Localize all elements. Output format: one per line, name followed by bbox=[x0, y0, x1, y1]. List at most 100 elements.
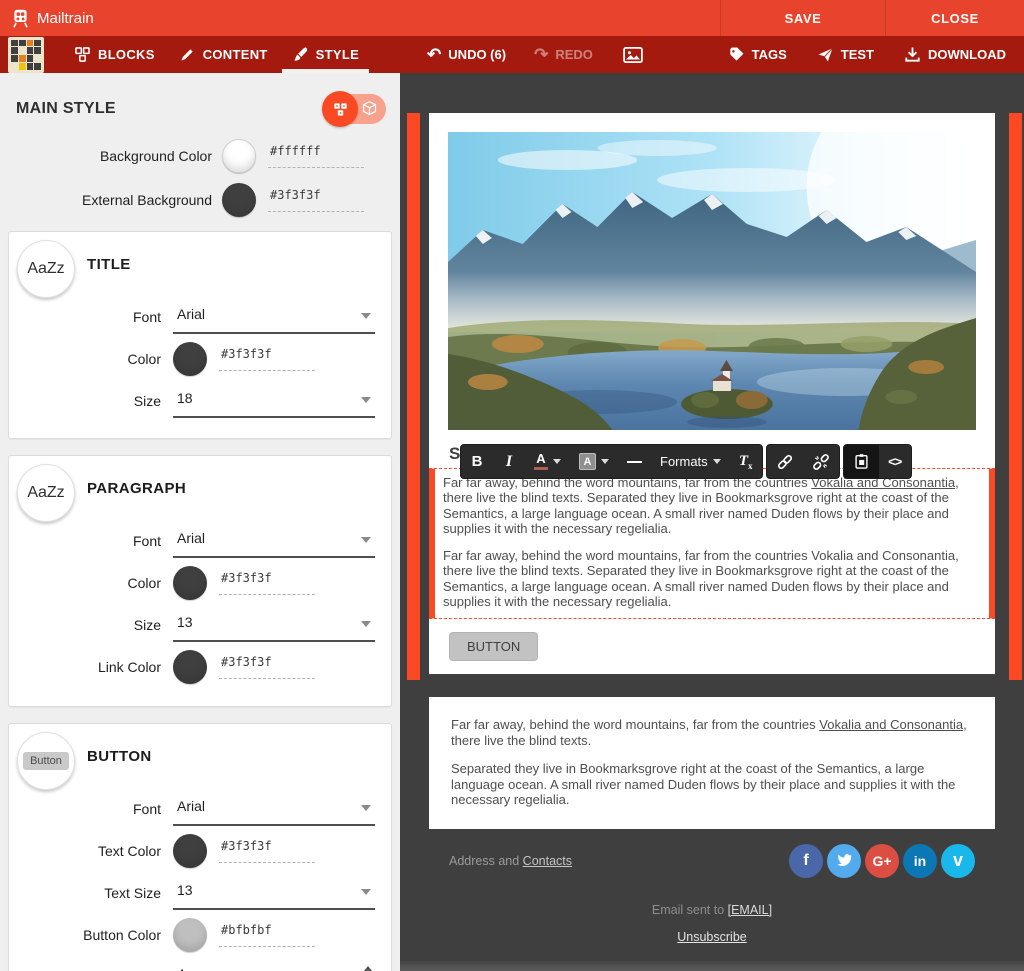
email-cta-button[interactable]: BUTTON bbox=[449, 632, 538, 661]
tags-button[interactable]: TAGS bbox=[728, 46, 787, 63]
contacts-link[interactable]: Contacts bbox=[523, 854, 572, 868]
train-icon bbox=[10, 8, 31, 29]
horizontal-rule-button[interactable] bbox=[618, 445, 651, 478]
title-font-select[interactable]: Arial bbox=[173, 300, 375, 334]
source-code-button[interactable]: <> bbox=[879, 445, 911, 478]
linkedin-icon[interactable]: in bbox=[903, 844, 937, 878]
paragraph-font-select[interactable]: Arial bbox=[173, 524, 375, 558]
main-style-title: MAIN STYLE bbox=[16, 100, 116, 118]
title-size-select[interactable]: 18 bbox=[173, 384, 375, 418]
footer-block[interactable]: Address and Contacts f G+ in v bbox=[429, 844, 995, 878]
paragraph-style-card: AaZz PARAGRAPH Font Arial Color #3f3f3f bbox=[8, 455, 392, 707]
chevron-down-icon[interactable] bbox=[553, 459, 561, 464]
main-area: MAIN STYLE bbox=[0, 73, 1024, 971]
italic-button[interactable]: I bbox=[493, 445, 525, 478]
paragraph: Far far away, behind the word mountains,… bbox=[443, 548, 977, 609]
clear-formatting-button[interactable]: Tx bbox=[730, 445, 762, 478]
brand: Mailtrain bbox=[0, 8, 94, 29]
paragraph-link-color-hex[interactable]: #3f3f3f bbox=[219, 655, 315, 679]
body-link[interactable]: Vokalia and Consonantia bbox=[819, 717, 963, 732]
button-color-hex[interactable]: #bfbfbf bbox=[219, 923, 315, 947]
paste-as-text-button[interactable] bbox=[844, 445, 879, 478]
paragraph-size-select[interactable]: 13 bbox=[173, 608, 375, 642]
address-line: Address and Contacts bbox=[449, 854, 572, 868]
richtext-toolbar: B I A A bbox=[460, 444, 912, 479]
paragraph-color-hex[interactable]: #3f3f3f bbox=[219, 571, 315, 595]
remove-link-button[interactable] bbox=[803, 445, 839, 478]
google-plus-icon[interactable]: G+ bbox=[865, 844, 899, 878]
number-spinner[interactable] bbox=[363, 966, 373, 971]
title-color-hex[interactable]: #3f3f3f bbox=[219, 347, 315, 371]
pencil-icon bbox=[179, 46, 196, 63]
paragraph: Far far away, behind the word mountains,… bbox=[443, 475, 977, 536]
save-button[interactable]: SAVE bbox=[720, 0, 885, 36]
cube-icon bbox=[361, 100, 378, 122]
background-color-swatch[interactable] bbox=[222, 139, 256, 173]
button-font-select[interactable]: Arial bbox=[173, 792, 375, 826]
chevron-down-icon[interactable] bbox=[601, 459, 609, 464]
close-button[interactable]: CLOSE bbox=[885, 0, 1024, 36]
background-color-button[interactable]: A bbox=[570, 445, 618, 478]
external-background-hex[interactable]: #3f3f3f bbox=[268, 188, 364, 212]
unsubscribe-link[interactable]: Unsubscribe bbox=[677, 930, 746, 944]
background-color-hex[interactable]: #ffffff bbox=[268, 144, 364, 168]
clipboard-icon bbox=[853, 453, 870, 470]
paragraph-color-swatch[interactable] bbox=[173, 566, 207, 600]
facebook-icon[interactable]: f bbox=[789, 844, 823, 878]
brush-icon bbox=[292, 46, 309, 63]
paragraph-preview-badge: AaZz bbox=[17, 464, 75, 522]
title-card-heading: TITLE bbox=[87, 256, 131, 273]
chevron-down-icon bbox=[361, 537, 371, 543]
text-block[interactable]: Far far away, behind the word mountains,… bbox=[429, 697, 995, 829]
brand-label: Mailtrain bbox=[37, 10, 94, 27]
title-style-card: AaZz TITLE Font Arial Color #3f3f3f bbox=[8, 231, 392, 439]
chevron-down-icon bbox=[361, 889, 371, 895]
redo-button[interactable]: ↷ REDO bbox=[534, 46, 593, 63]
chevron-down-icon bbox=[361, 621, 371, 627]
formats-dropdown[interactable]: Formats bbox=[651, 445, 730, 478]
vimeo-icon[interactable]: v bbox=[941, 844, 975, 878]
button-text-size-select[interactable]: 13 bbox=[173, 876, 375, 910]
link-group bbox=[766, 444, 840, 479]
chevron-down-icon bbox=[713, 459, 721, 464]
paragraph-link-color-swatch[interactable] bbox=[173, 650, 207, 684]
button-text-color-hex[interactable]: #3f3f3f bbox=[219, 839, 315, 863]
style-sidebar: MAIN STYLE bbox=[0, 73, 400, 971]
email-token-link[interactable]: [EMAIL] bbox=[728, 903, 772, 917]
paragraph: Far far away, behind the word mountains,… bbox=[451, 717, 973, 748]
undo-button[interactable]: ↶ UNDO (6) bbox=[427, 46, 506, 63]
tab-style[interactable]: STYLE bbox=[280, 36, 371, 73]
download-button[interactable]: DOWNLOAD bbox=[904, 46, 1006, 63]
button-color-swatch[interactable] bbox=[173, 918, 207, 952]
corner-radius-input[interactable]: 4 bbox=[173, 960, 375, 971]
spin-up-icon[interactable] bbox=[363, 966, 373, 971]
insert-link-button[interactable] bbox=[767, 445, 803, 478]
sent-to-line: Email sent to [EMAIL] bbox=[429, 903, 995, 917]
paragraph-card-heading: PARAGRAPH bbox=[87, 480, 186, 497]
selected-text-block[interactable]: Far far away, behind the word mountains,… bbox=[429, 468, 995, 619]
button-text-color-swatch[interactable] bbox=[173, 834, 207, 868]
paper-plane-icon bbox=[817, 46, 834, 63]
title-color-swatch[interactable] bbox=[173, 342, 207, 376]
block-selection-bar-left bbox=[407, 113, 420, 680]
gallery-button[interactable] bbox=[623, 47, 643, 63]
mailtrain-editor: Mailtrain SAVE CLOSE BLOCKS bbox=[0, 0, 1024, 971]
hero-image-lake-bled[interactable] bbox=[448, 113, 976, 430]
history-group: ↶ UNDO (6) ↷ REDO bbox=[427, 46, 643, 63]
tab-content[interactable]: CONTENT bbox=[167, 36, 280, 73]
twitter-icon[interactable] bbox=[827, 844, 861, 878]
bold-button[interactable]: B bbox=[461, 445, 493, 478]
style-scope-toggle[interactable] bbox=[322, 93, 386, 125]
social-icons: f G+ in v bbox=[789, 844, 975, 878]
button-style-card: Button BUTTON Font Arial Text Color #3f3 bbox=[8, 723, 392, 971]
background-color-row: Background Color #ffffff bbox=[0, 139, 400, 173]
block-selection-bar-right bbox=[1009, 113, 1022, 680]
image-icon bbox=[623, 47, 643, 63]
horizontal-rule-icon bbox=[627, 461, 642, 463]
external-background-swatch[interactable] bbox=[222, 183, 256, 217]
chevron-down-icon bbox=[361, 805, 371, 811]
tab-blocks[interactable]: BLOCKS bbox=[62, 36, 167, 73]
test-button[interactable]: TEST bbox=[817, 46, 874, 63]
text-color-button[interactable]: A bbox=[525, 445, 570, 478]
hero-block[interactable]: Se B I A bbox=[429, 113, 995, 674]
